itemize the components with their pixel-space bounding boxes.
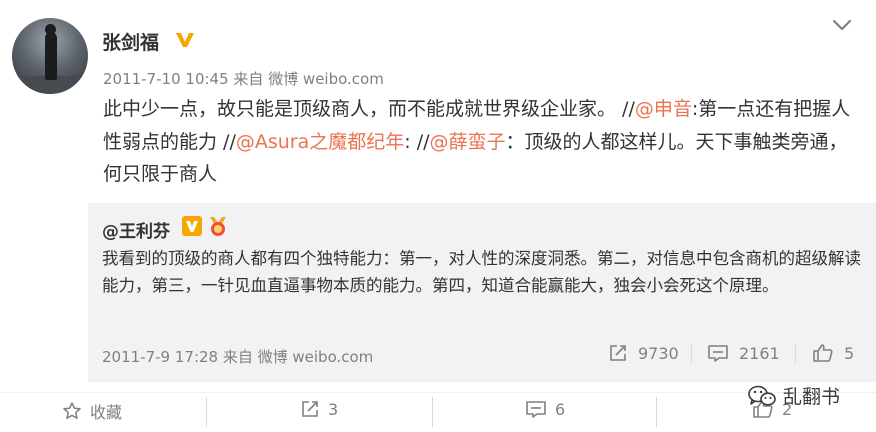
comment-icon (708, 345, 728, 362)
like-count: 5 (844, 343, 855, 363)
action-divider (656, 397, 657, 427)
action-divider (432, 397, 433, 427)
comment-icon (526, 401, 546, 418)
repost-count: 9730 (638, 343, 679, 363)
post-text: 此中少一点，故只能是顶级商人，而不能成就世界级企业家。 //@申音:第一点还有把… (103, 93, 863, 191)
comment-button[interactable]: 6 (525, 399, 565, 419)
post-meta[interactable]: 2011-7-10 10:45 来自 微博 weibo.com (103, 68, 384, 89)
repost-button-count: 3 (328, 399, 339, 419)
repost-meta[interactable]: 2011-7-9 17:28 来自 微博 weibo.com (102, 346, 373, 367)
action-divider (206, 397, 207, 427)
mention-link[interactable]: @申音 (635, 98, 692, 120)
repost-icon (610, 345, 626, 361)
verified-v-icon (182, 216, 202, 236)
star-icon (63, 402, 81, 419)
comment-button-count: 6 (555, 399, 566, 419)
post-text-part: : // (404, 130, 430, 153)
action-bar-divider (0, 392, 876, 393)
mention-link[interactable]: @薛蛮子 (430, 131, 506, 153)
repost-box[interactable]: @王利芬 我看到的顶级的商人都有四个独特能力：第一，对人性的深度洞悉。第二，对信… (88, 203, 876, 382)
post-username[interactable]: 张剑福 (102, 28, 159, 55)
medal-icon (210, 217, 226, 236)
watermark-text: 乱翻书 (783, 386, 841, 408)
wechat-icon (748, 385, 776, 406)
repost-repost-stat[interactable]: 9730 (608, 343, 679, 363)
stat-divider (795, 344, 796, 364)
repost-icon (302, 401, 318, 417)
avatar-figure-body (45, 32, 57, 80)
repost-button[interactable]: 3 (300, 399, 338, 419)
comment-count: 2161 (739, 343, 780, 363)
verified-v-icon (176, 33, 194, 47)
watermark: 乱翻书 (747, 382, 840, 409)
repost-like-stat[interactable]: 5 (812, 343, 854, 363)
favorite-button[interactable]: 收藏 (62, 399, 122, 423)
favorite-label: 收藏 (90, 403, 123, 422)
post-text-part: 此中少一点，故只能是顶级商人，而不能成就世界级企业家。 // (103, 98, 635, 120)
avatar[interactable] (12, 18, 88, 94)
repost-username[interactable]: @王利芬 (102, 217, 170, 242)
repost-text: 我看到的顶级的商人都有四个独特能力：第一，对人性的深度洞悉。第二，对信息中包含商… (102, 249, 861, 295)
chevron-down-icon[interactable] (832, 18, 852, 32)
mention-link[interactable]: @Asura之魔都纪年 (236, 131, 404, 153)
stat-divider (691, 344, 692, 364)
thumbs-up-icon (813, 344, 833, 362)
repost-comment-stat[interactable]: 2161 (707, 343, 780, 363)
